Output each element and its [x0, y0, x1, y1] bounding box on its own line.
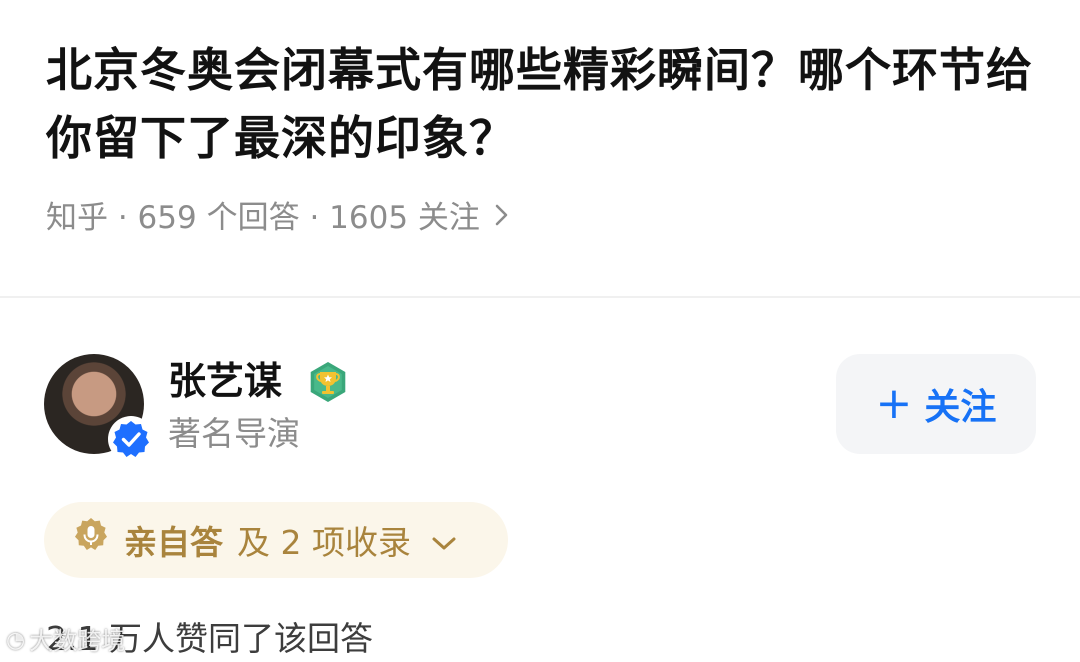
chevron-right-icon	[494, 196, 510, 240]
question-meta-text: 知乎 · 659 个回答 · 1605 关注	[46, 200, 480, 236]
collection-pill[interactable]: 亲自答 及 2 项收录	[44, 502, 508, 578]
follow-button[interactable]: + 关注	[836, 354, 1036, 454]
plus-icon: +	[875, 378, 913, 429]
author-avatar[interactable]	[44, 354, 154, 462]
author-name[interactable]: 张艺谋	[168, 356, 282, 406]
chevron-down-icon	[431, 521, 457, 560]
verified-badge-icon	[108, 416, 154, 462]
author-title: 著名导演	[168, 414, 300, 453]
section-divider	[0, 296, 1080, 298]
watermark-logo-icon: ◔	[6, 628, 26, 653]
question-title: 北京冬奥会闭幕式有哪些精彩瞬间？哪个环节给你留下了最深的印象？	[46, 43, 1033, 165]
watermark-text: 大数跨境	[29, 627, 126, 655]
follow-button-label: 关注	[924, 387, 997, 428]
watermark: ◔ 大数跨境	[6, 624, 125, 658]
collection-label: 及 2 项收录	[237, 523, 411, 562]
trophy-medal-icon	[306, 360, 350, 404]
microphone-badge-icon	[72, 517, 110, 563]
self-answer-label: 亲自答	[124, 523, 223, 562]
question-meta[interactable]: 知乎 · 659 个回答 · 1605 关注	[46, 196, 510, 240]
